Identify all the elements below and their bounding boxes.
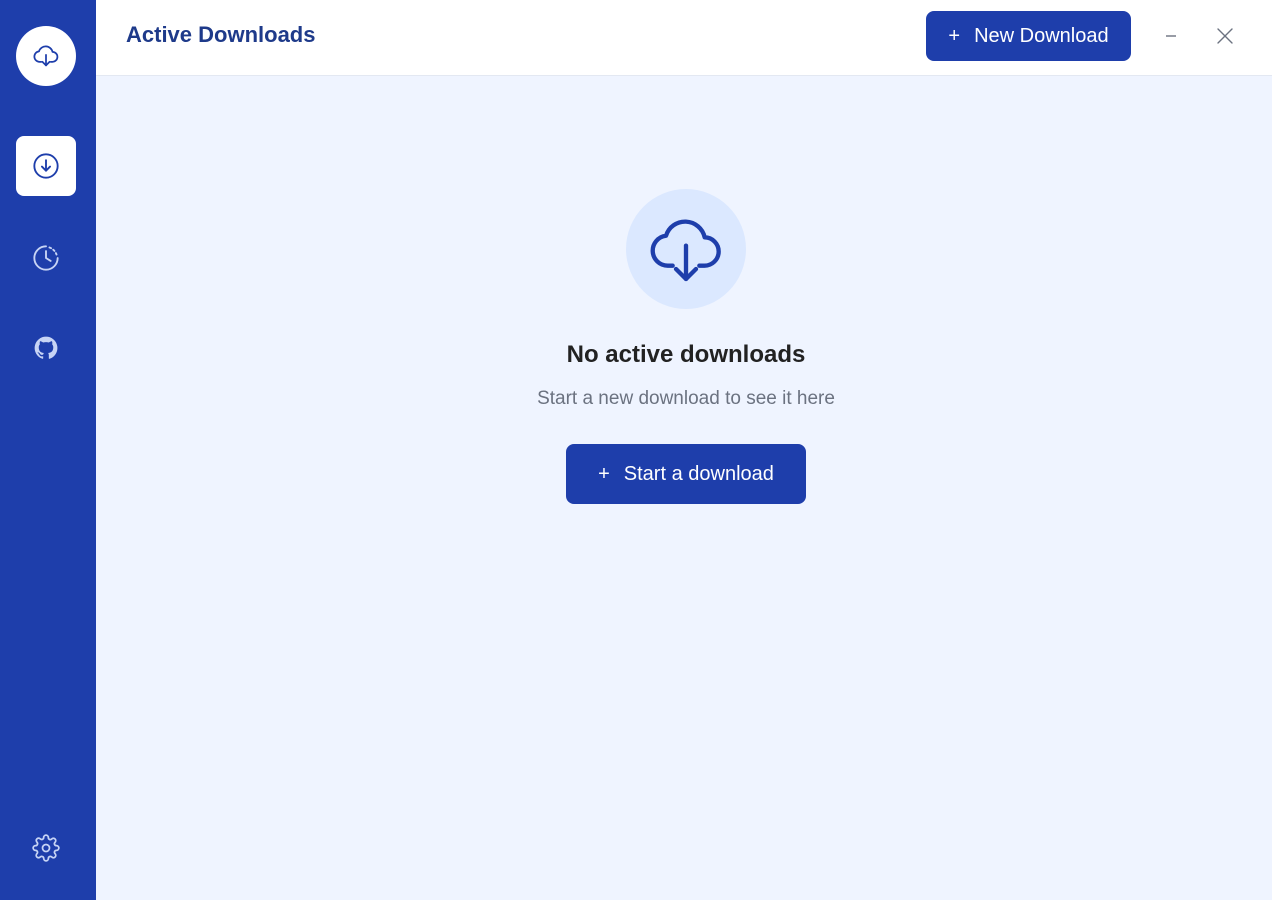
minimize-button[interactable]: [1157, 22, 1185, 50]
plus-icon: +: [598, 462, 610, 485]
gear-icon: [32, 834, 60, 862]
new-download-button[interactable]: + New Download: [926, 11, 1131, 61]
empty-state-title: No active downloads: [566, 341, 806, 368]
page-title: Active Downloads: [126, 22, 316, 47]
sidebar-item-history[interactable]: [16, 228, 76, 288]
sidebar-item-github[interactable]: [16, 318, 76, 378]
plus-icon: +: [948, 24, 961, 47]
download-circle-icon: [33, 153, 59, 179]
sidebar: [0, 0, 96, 900]
close-icon: [1217, 28, 1233, 44]
cloud-download-icon: [650, 219, 721, 282]
empty-state-illustration: [626, 189, 746, 309]
new-download-label: New Download: [974, 24, 1109, 47]
cloud-download-icon: [33, 45, 59, 67]
sidebar-item-settings[interactable]: [16, 818, 76, 878]
sidebar-item-downloads[interactable]: [16, 136, 76, 196]
github-icon: [34, 336, 58, 359]
close-button[interactable]: [1211, 22, 1239, 50]
header: Active Downloads + New Download: [96, 0, 1272, 76]
app-logo: [16, 26, 76, 86]
empty-state: No active downloads Start a new download…: [96, 76, 1272, 900]
clock-icon: [33, 245, 59, 271]
start-download-label: Start a download: [623, 462, 774, 485]
empty-state-subtitle: Start a new download to see it here: [537, 388, 835, 409]
start-download-button[interactable]: + Start a download: [566, 444, 806, 504]
minimize-icon: [1166, 35, 1176, 37]
